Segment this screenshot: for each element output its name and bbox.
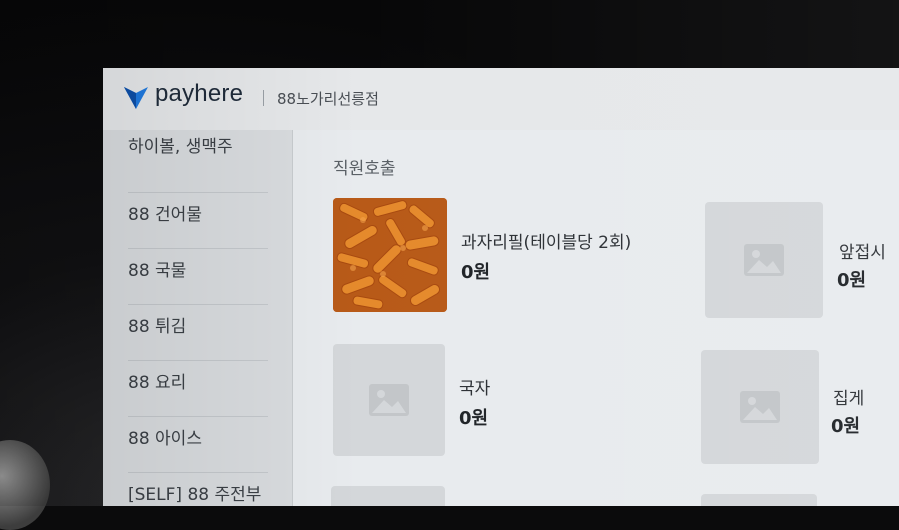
product-name: 국자: [459, 379, 491, 399]
sidebar-item-dried-fish[interactable]: 88 건어물: [128, 192, 268, 249]
header-divider: [263, 90, 264, 106]
sidebar-item-fried[interactable]: 88 튀김: [128, 304, 268, 361]
product-name: 과자리필(테이블당 2회): [461, 233, 632, 253]
sidebar-item-label: 88 건어물: [128, 205, 202, 225]
product-price: 0원: [461, 262, 491, 283]
sidebar-item-label: 하이볼, 생맥주: [128, 137, 233, 157]
product-price: 0원: [831, 416, 861, 437]
product-price: 0원: [837, 270, 867, 291]
store-name: 88노가리선릉점: [277, 90, 379, 108]
sidebar-item-label: 88 요리: [128, 373, 187, 393]
sidebar-item-label: 88 아이스: [128, 429, 202, 449]
image-placeholder-icon: [744, 244, 784, 276]
product-image: [333, 198, 447, 312]
sidebar-item-self-snacks[interactable]: [SELF] 88 주전부리: [128, 472, 268, 506]
brand-name: payhere: [155, 80, 244, 107]
image-placeholder-icon: [740, 391, 780, 423]
sidebar-item-label: [SELF] 88 주전부리: [128, 485, 262, 505]
product-area: 직원호출 과자리필(테이블당 2회) 0원 앞접시 0원 국자 0원 집게 0원: [293, 130, 899, 506]
product-card-partial[interactable]: [331, 486, 445, 506]
snack-photo-icon: [333, 198, 447, 312]
sidebar-item-highball[interactable]: 하이볼, 생맥주: [128, 136, 268, 193]
top-bar: payhere 88노가리선릉점: [103, 68, 899, 131]
sidebar-item-soup[interactable]: 88 국물: [128, 248, 268, 305]
product-card-partial[interactable]: [701, 494, 817, 506]
section-title: 직원호출: [333, 159, 396, 179]
sidebar-item-dishes[interactable]: 88 요리: [128, 360, 268, 417]
product-name: 집게: [833, 389, 865, 409]
sidebar-item-label: 88 튀김: [128, 317, 187, 337]
product-image: [705, 202, 823, 318]
sidebar-item-ice[interactable]: 88 아이스: [128, 416, 268, 473]
product-price: 0원: [459, 408, 489, 429]
product-image: [701, 350, 819, 464]
sidebar-item-label: 88 국물: [128, 261, 187, 281]
payhere-logo-icon: [124, 87, 148, 109]
kiosk-screen: payhere 88노가리선릉점 하이볼, 생맥주 88 건어물 88 국물 8…: [103, 68, 899, 506]
product-name: 앞접시: [839, 243, 886, 263]
image-placeholder-icon: [369, 384, 409, 416]
category-sidebar: 하이볼, 생맥주 88 건어물 88 국물 88 튀김 88 요리 88 아이스…: [103, 130, 293, 506]
product-image: [333, 344, 445, 456]
